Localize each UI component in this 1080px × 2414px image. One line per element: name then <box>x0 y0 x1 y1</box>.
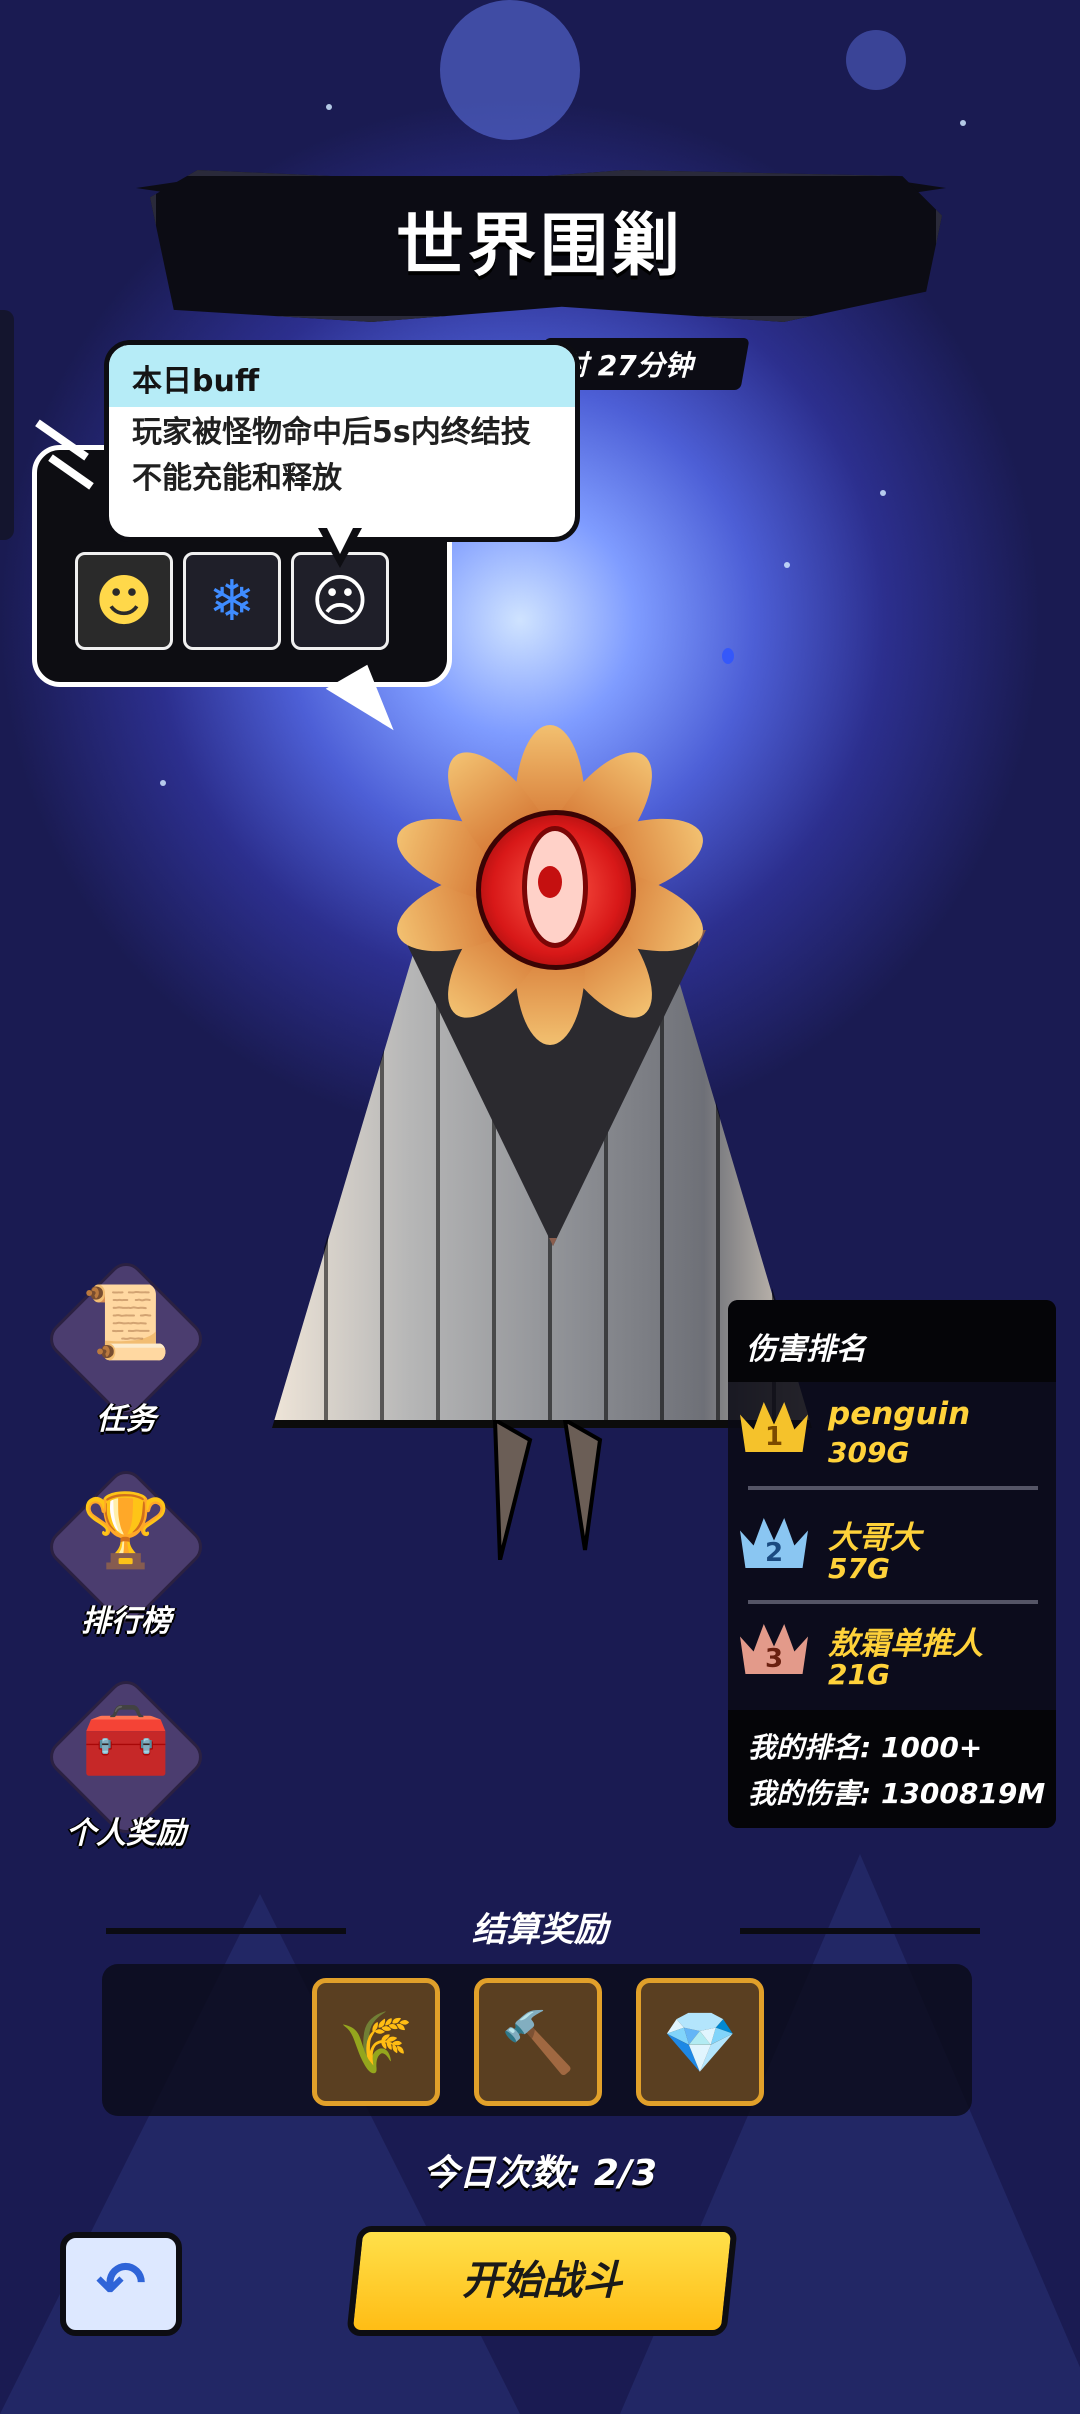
damage-ranking-title: 伤害排名 <box>746 1332 866 1367</box>
personal-reward-label: 个人奖励 <box>66 1816 186 1851</box>
leaderboard-button[interactable]: 🏆 排行榜 <box>42 1463 210 1646</box>
task-label: 任务 <box>96 1402 156 1437</box>
buff-description-line-1: 玩家被怪物命中后5s内终结技 <box>132 415 531 450</box>
buff-tooltip-tail-fill <box>325 524 355 554</box>
settlement-title: 结算奖励 <box>472 1910 608 1950</box>
podium-icon: 🏆 <box>81 1488 171 1572</box>
leaderboard-label: 排行榜 <box>81 1604 171 1639</box>
rank-2-name: 大哥大 <box>828 1520 921 1556</box>
hammer-icon[interactable]: 🔨 <box>474 1978 602 2106</box>
golden-feather-icon[interactable]: 🌾 <box>312 1978 440 2106</box>
boss-legs <box>492 1420 603 1560</box>
green-gems-icon[interactable]: 💎 <box>636 1978 764 2106</box>
rank-1-name: penguin <box>828 1396 971 1432</box>
side-tab[interactable] <box>0 310 14 540</box>
rank-2-score: 57G <box>828 1552 890 1585</box>
rank-1-score: 309G <box>828 1436 910 1469</box>
rank-1-number: 1 <box>764 1422 784 1452</box>
rank-3-score: 21G <box>828 1658 890 1691</box>
my-rank-text: 我的排名: 1000+ <box>748 1731 983 1764</box>
rank-2-number: 2 <box>764 1538 784 1568</box>
buff-tooltip-text: 玩家被怪物命中后5s内终结技 不能充能和释放 <box>132 410 562 502</box>
personal-reward-button[interactable]: 🧰 个人奖励 <box>42 1673 210 1856</box>
buff-description-line-2: 不能充能和释放 <box>132 461 342 496</box>
glowing-figure-icon[interactable]: ☻ <box>75 552 173 650</box>
treasure-chest-icon: 🧰 <box>81 1698 171 1782</box>
page-title: 世界围剿 <box>395 207 684 286</box>
rank-divider <box>748 1486 1038 1490</box>
start-battle-label: 开始战斗 <box>462 2258 622 2304</box>
back-button[interactable]: ↶ <box>60 2232 182 2336</box>
moon-glow <box>440 0 580 140</box>
my-damage-text: 我的伤害: 1300819M <box>748 1777 1046 1810</box>
rank-divider <box>748 1600 1038 1604</box>
buff-tooltip-title: 本日buff <box>132 364 260 399</box>
rank-3-number: 3 <box>764 1644 784 1674</box>
boss-eye-pupil <box>538 866 562 898</box>
back-arrow-icon: ↶ <box>95 2249 147 2319</box>
snowflake-down-icon[interactable]: ❄ <box>183 552 281 650</box>
today-attempts: 今日次数: 2/3 <box>422 2153 658 2194</box>
task-button[interactable]: 📜 任务 <box>42 1255 210 1438</box>
scroll-icon: 📜 <box>81 1280 171 1364</box>
rank-3-name: 敖霜单推人 <box>828 1626 983 1662</box>
moon-glow-small <box>846 30 906 90</box>
